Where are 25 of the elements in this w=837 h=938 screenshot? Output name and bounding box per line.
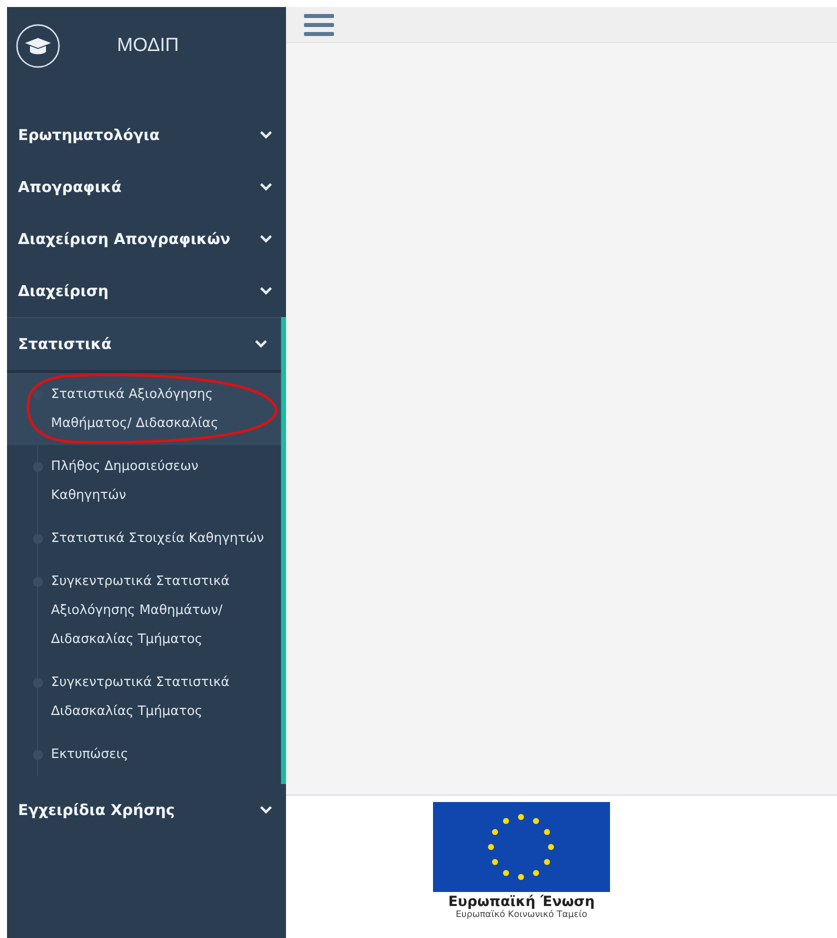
menu-item[interactable]: Διαχείριση — [7, 265, 286, 317]
chevron-down-icon — [260, 806, 272, 814]
chevron-down-icon — [260, 235, 272, 243]
menu-icon[interactable] — [304, 12, 334, 36]
chevron-down-icon — [255, 340, 267, 348]
menu-item[interactable]: Ερωτηματολόγια — [7, 109, 286, 161]
menu-item[interactable]: Στατιστικά — [7, 317, 281, 373]
logo-title: Ευρωπαϊκή Ένωση — [448, 894, 595, 910]
chevron-down-icon — [260, 287, 272, 295]
submenu-item[interactable]: Εκτυπώσεις — [7, 733, 281, 776]
submenu-item[interactable]: Συγκεντρωτικά Στατιστικά Διδασκαλίας Τμήματος — [7, 661, 281, 733]
menu-item[interactable]: Διαχείριση Απογραφικών — [7, 213, 286, 265]
chevron-down-icon — [260, 183, 272, 191]
graduation-cap-icon — [15, 23, 61, 69]
submenu-item[interactable]: Συγκεντρωτικά Στατιστικά Αξιολόγησης Μαθημάτων/ Διδασκαλίας Τμήματος — [7, 560, 281, 661]
menu-item[interactable]: Απογραφικά — [7, 161, 286, 213]
submenu-item[interactable]: Στατιστικά Στοιχεία Καθηγητών — [7, 517, 281, 560]
submenu-item[interactable]: Στατιστικά Αξιολόγησης Μαθήματος/ Διδασκαλίας — [7, 373, 281, 445]
chevron-down-icon — [260, 131, 272, 139]
logo-subtitle: Ευρωπαϊκό Κοινωνικό Ταμείο — [456, 910, 588, 920]
bullet-icon — [33, 390, 43, 400]
app-title: ΜΟΔΙΠ — [117, 35, 179, 57]
eu-flag-icon — [433, 802, 610, 892]
submenu-item[interactable]: Πλήθος Δημοσιεύσεων Καθηγητών — [7, 445, 281, 517]
menu-item[interactable]: Εγχειρίδια Χρήσης — [7, 784, 286, 836]
